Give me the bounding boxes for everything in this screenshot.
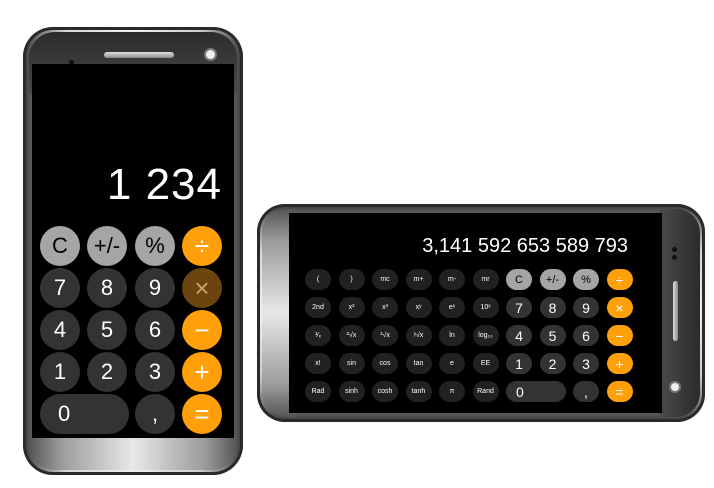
landscape-right-bezel <box>660 209 700 417</box>
landscape-key[interactable]: = <box>606 381 633 402</box>
portrait-key[interactable]: , <box>135 394 175 434</box>
landscape-key[interactable]: 3 <box>573 353 599 374</box>
landscape-key[interactable]: mr <box>472 269 499 290</box>
portrait-key[interactable]: 2 <box>87 352 127 392</box>
landscape-key[interactable]: 7 <box>506 297 532 318</box>
landscape-key[interactable]: x² <box>338 297 365 318</box>
landscape-key[interactable]: sin <box>338 353 365 374</box>
portrait-bottom-bezel <box>29 434 237 470</box>
landscape-display: 3,141 592 653 589 793 <box>422 235 628 257</box>
portrait-key[interactable]: % <box>135 226 175 266</box>
landscape-key[interactable]: 0 <box>506 381 566 402</box>
landscape-phone: 3,141 592 653 589 793 () mc m+ m-mr C +/-% ÷ 2n… <box>257 204 705 422</box>
landscape-key[interactable]: Rand <box>472 381 499 402</box>
landscape-key[interactable]: − <box>606 325 633 346</box>
portrait-key[interactable]: 0 <box>40 394 129 434</box>
landscape-key[interactable]: 9 <box>573 297 599 318</box>
sensor-dots <box>69 52 83 83</box>
landscape-key[interactable]: ln <box>439 325 465 346</box>
landscape-key[interactable]: ( <box>305 269 331 290</box>
landscape-key[interactable]: tanh <box>405 381 432 402</box>
portrait-key[interactable]: 3 <box>135 352 175 392</box>
landscape-key[interactable]: ÷ <box>606 269 633 290</box>
landscape-key[interactable]: 6 <box>573 325 599 346</box>
portrait-key[interactable]: − <box>182 310 222 350</box>
landscape-key[interactable]: sinh <box>338 381 365 402</box>
landscape-key[interactable]: 8 <box>539 297 566 318</box>
landscape-key[interactable]: e <box>439 353 465 374</box>
landscape-key[interactable]: m- <box>439 269 465 290</box>
landscape-key[interactable]: 1 <box>506 353 532 374</box>
landscape-key[interactable]: eˣ <box>439 297 465 318</box>
landscape-key[interactable]: 2 <box>539 353 566 374</box>
portrait-display: 1 234 <box>106 160 222 209</box>
portrait-key[interactable]: 4 <box>40 310 80 350</box>
landscape-key[interactable]: +/- <box>539 269 566 290</box>
landscape-key[interactable]: EE <box>472 353 499 374</box>
landscape-key[interactable]: 5 <box>539 325 566 346</box>
landscape-key[interactable]: π <box>439 381 465 402</box>
portrait-key[interactable]: 8 <box>87 268 127 308</box>
landscape-key[interactable]: log₁₀ <box>472 325 499 346</box>
portrait-key[interactable]: × <box>182 268 222 308</box>
portrait-key[interactable]: ÷ <box>182 226 222 266</box>
landscape-key[interactable]: Rad <box>305 381 331 402</box>
landscape-key[interactable]: m+ <box>405 269 432 290</box>
portrait-key[interactable]: +/- <box>87 226 127 266</box>
landscape-key[interactable]: 2nd <box>305 297 331 318</box>
landscape-key[interactable]: mc <box>372 269 398 290</box>
portrait-key[interactable]: 9 <box>135 268 175 308</box>
portrait-key[interactable]: C <box>40 226 80 266</box>
front-camera-icon <box>206 50 215 59</box>
portrait-key[interactable]: 7 <box>40 268 80 308</box>
portrait-key[interactable]: + <box>182 352 222 392</box>
portrait-key[interactable]: 1 <box>40 352 80 392</box>
landscape-key[interactable]: ʸ√x <box>405 325 432 346</box>
landscape-key[interactable]: cos <box>372 353 398 374</box>
landscape-calculator-screen: 3,141 592 653 589 793 () mc m+ m-mr C +/-% ÷ 2n… <box>289 213 662 413</box>
portrait-key[interactable]: = <box>182 394 222 434</box>
landscape-key[interactable]: ²√x <box>338 325 365 346</box>
landscape-key[interactable]: x! <box>305 353 331 374</box>
front-camera-icon <box>671 383 679 391</box>
earpiece-speaker <box>673 281 678 341</box>
portrait-key[interactable]: 5 <box>87 310 127 350</box>
landscape-key[interactable]: % <box>573 269 599 290</box>
portrait-calculator-screen: 1 234 C +/-% ÷ 7 8 9 × 4 5 6− 1 2 3 +0, = <box>32 64 234 438</box>
landscape-key[interactable]: ) <box>338 269 365 290</box>
landscape-key[interactable]: x³ <box>372 297 398 318</box>
landscape-key[interactable]: tan <box>405 353 432 374</box>
portrait-key[interactable]: 6 <box>135 310 175 350</box>
landscape-key[interactable]: 10ˣ <box>472 297 499 318</box>
landscape-key[interactable]: xʸ <box>405 297 432 318</box>
landscape-key[interactable]: ¹⁄ₓ <box>305 325 331 346</box>
landscape-key[interactable]: 4 <box>506 325 532 346</box>
sensor-dots <box>672 247 678 263</box>
landscape-key[interactable]: cosh <box>372 381 398 402</box>
landscape-key[interactable]: × <box>606 297 633 318</box>
landscape-key[interactable]: C <box>506 269 532 290</box>
earpiece-speaker <box>104 52 174 58</box>
landscape-key[interactable]: ³√x <box>372 325 398 346</box>
landscape-key[interactable]: + <box>606 353 633 374</box>
landscape-key[interactable]: , <box>573 381 599 402</box>
